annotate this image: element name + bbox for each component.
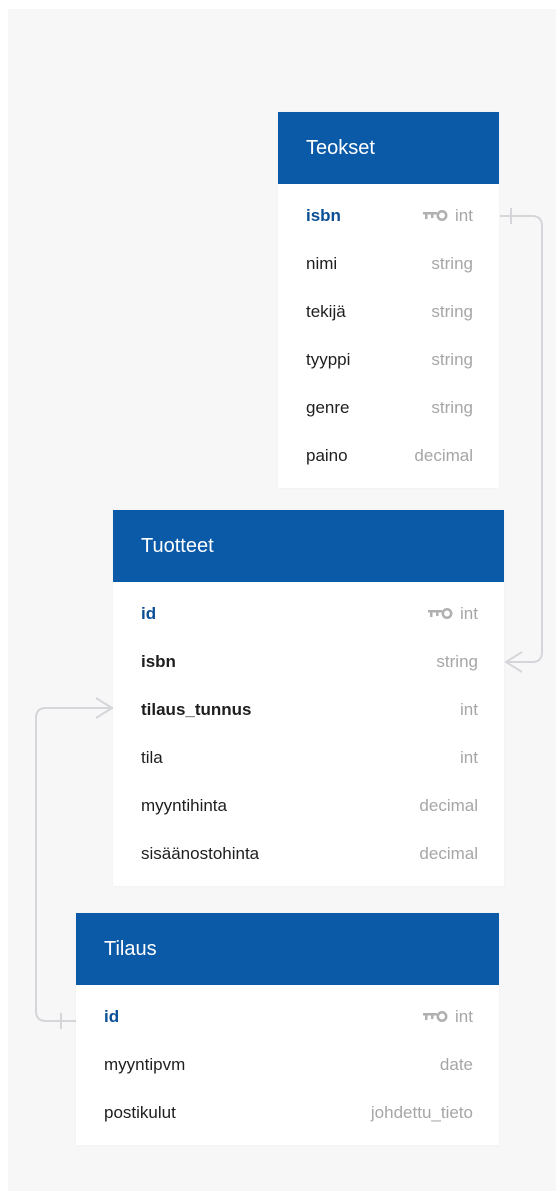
- field-name: id: [141, 604, 157, 623]
- field-type: string: [431, 254, 473, 273]
- field-row[interactable]: tyyppi string: [278, 336, 499, 384]
- field-row[interactable]: myyntipvm date: [76, 1041, 499, 1089]
- field-name: nimi: [306, 254, 338, 273]
- field-name: isbn: [141, 652, 176, 671]
- key-icon: [423, 210, 448, 221]
- table-title: Tuotteet: [141, 534, 214, 557]
- field-name: tekijä: [306, 302, 346, 321]
- field-type: int: [460, 748, 478, 767]
- field-name: myyntipvm: [104, 1055, 186, 1074]
- key-icon: [428, 608, 453, 619]
- field-row[interactable]: id int: [76, 993, 499, 1041]
- field-type: decimal: [419, 844, 478, 863]
- field-row[interactable]: id int: [113, 590, 504, 638]
- field-row[interactable]: tekijä string: [278, 288, 499, 336]
- field-row[interactable]: sisäänostohinta decimal: [113, 830, 504, 878]
- field-type: date: [439, 1055, 473, 1074]
- field-row[interactable]: myyntihinta decimal: [113, 782, 504, 830]
- field-name: sisäänostohinta: [141, 844, 260, 863]
- field-type: int: [460, 700, 478, 719]
- field-type-label: int: [455, 206, 473, 225]
- field-type: int: [423, 206, 473, 226]
- field-type: int: [423, 1007, 473, 1027]
- table-header[interactable]: Tilaus: [76, 913, 499, 985]
- field-type-label: int: [460, 604, 478, 623]
- table-title: Teokset: [306, 136, 375, 159]
- table-tilaus[interactable]: Tilaus id int myyntipvm date postikulut …: [76, 913, 499, 1145]
- field-name: tila: [141, 748, 163, 767]
- field-type: string: [431, 350, 473, 369]
- field-row[interactable]: isbn int: [278, 192, 499, 240]
- field-type: int: [428, 604, 478, 624]
- key-icon: [423, 1011, 448, 1022]
- field-name: postikulut: [104, 1103, 176, 1122]
- table-header[interactable]: Tuotteet: [113, 510, 504, 582]
- field-row[interactable]: isbn string: [113, 638, 504, 686]
- field-row[interactable]: paino decimal: [278, 432, 499, 480]
- field-row[interactable]: postikulut johdettu_tieto: [76, 1089, 499, 1137]
- field-type: string: [431, 302, 473, 321]
- field-type: decimal: [414, 446, 473, 465]
- field-name: myyntihinta: [141, 796, 227, 815]
- field-name: genre: [306, 398, 350, 417]
- field-name: tyyppi: [306, 350, 351, 369]
- field-type: decimal: [419, 796, 478, 815]
- field-row[interactable]: nimi string: [278, 240, 499, 288]
- field-row[interactable]: genre string: [278, 384, 499, 432]
- field-type: string: [431, 398, 473, 417]
- field-row[interactable]: tila int: [113, 734, 504, 782]
- field-name: isbn: [306, 206, 341, 225]
- field-row[interactable]: tilaus_tunnus int: [113, 686, 504, 734]
- field-name: paino: [306, 446, 348, 465]
- field-name: tilaus_tunnus: [141, 700, 252, 719]
- field-type: string: [436, 652, 478, 671]
- field-name: id: [104, 1007, 120, 1026]
- table-teokset[interactable]: Teokset isbn int nimi string tekijä stri…: [278, 112, 499, 488]
- table-title: Tilaus: [104, 937, 157, 960]
- field-type-label: int: [455, 1007, 473, 1026]
- field-type: johdettu_tieto: [370, 1103, 473, 1122]
- table-tuotteet[interactable]: Tuotteet id int isbn string tilaus_tunnu…: [113, 510, 504, 886]
- table-header[interactable]: Teokset: [278, 112, 499, 184]
